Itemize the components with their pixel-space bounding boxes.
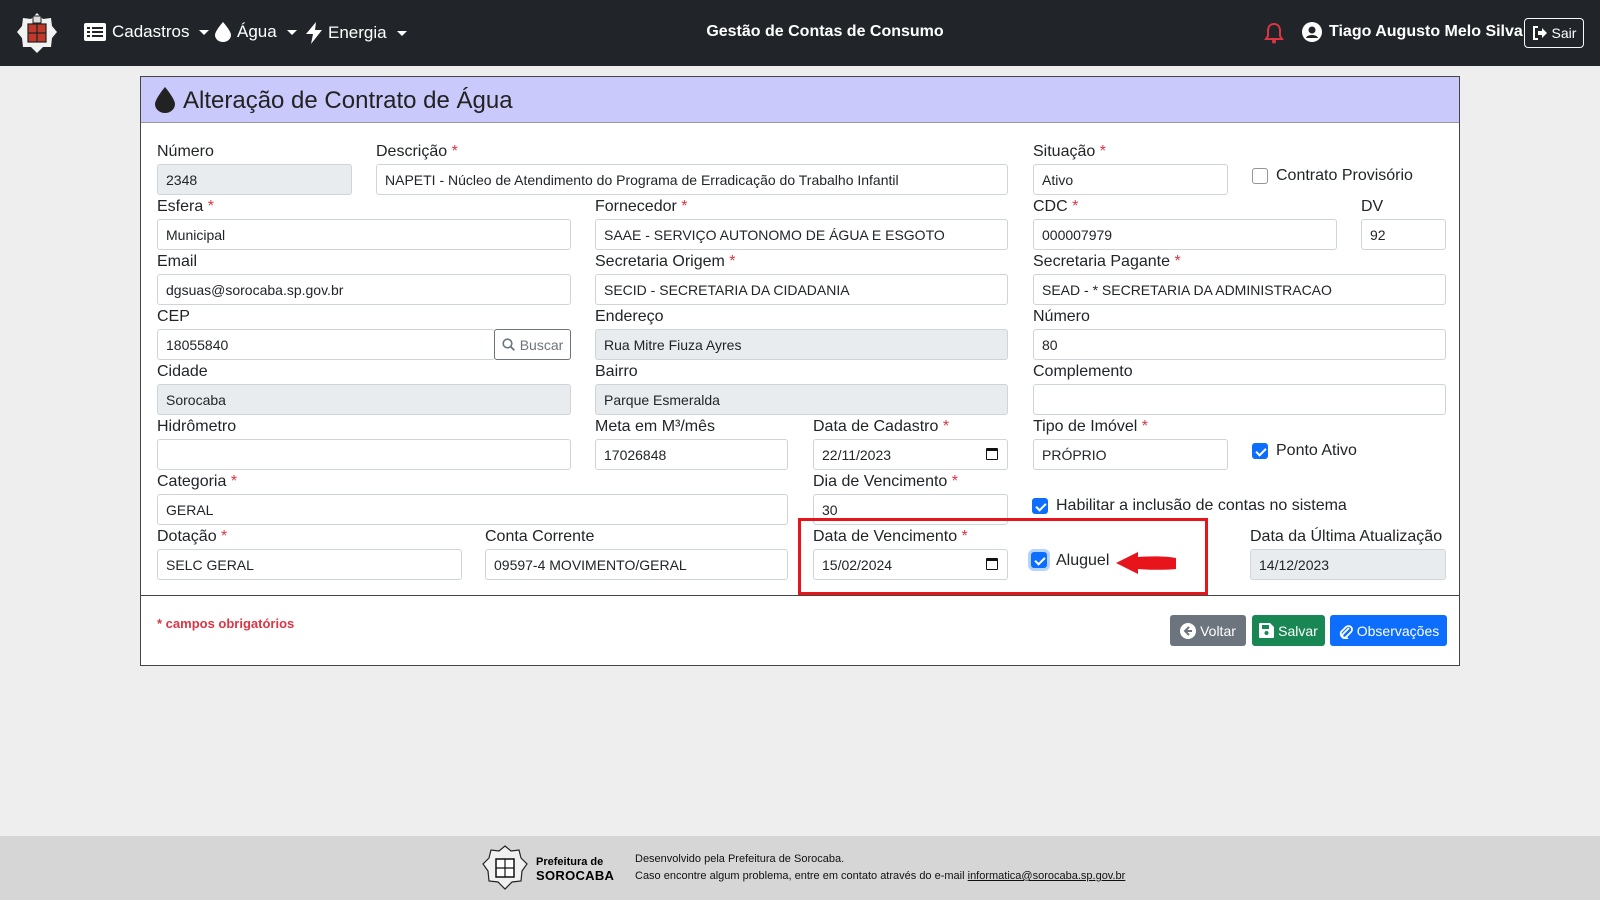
dia-vencimento-label: Dia de Vencimento *: [813, 473, 958, 490]
search-icon: [502, 338, 515, 351]
page-footer: Prefeitura de SOROCABA Desenvolvido pela…: [0, 836, 1600, 900]
notification-bell-icon[interactable]: [1264, 22, 1284, 44]
fornecedor-label: Fornecedor *: [595, 198, 688, 215]
logout-icon: [1532, 26, 1547, 40]
save-icon: [1259, 623, 1275, 638]
esfera-select[interactable]: Municipal: [157, 219, 571, 250]
email-field[interactable]: dgsuas@sorocaba.sp.gov.br: [157, 274, 571, 305]
red-arrow-annotation: [1116, 552, 1176, 574]
hidrometro-label: Hidrômetro: [157, 418, 237, 435]
habilitar-contas-label: Habilitar a inclusão de contas no sistem…: [1056, 497, 1347, 514]
complemento-label: Complemento: [1033, 363, 1133, 380]
tipo-imovel-label: Tipo de Imóvel *: [1033, 418, 1149, 435]
paperclip-icon: [1339, 624, 1353, 639]
card-header: Alteração de Contrato de Água: [141, 77, 1459, 123]
numero-field[interactable]: 2348: [157, 164, 352, 195]
voltar-label: Voltar: [1200, 622, 1236, 639]
water-drop-icon: [155, 87, 175, 113]
cep-field[interactable]: 18055840: [157, 329, 495, 360]
ultima-atualizacao-field[interactable]: 14/12/2023: [1250, 549, 1446, 580]
endereco-field[interactable]: Rua Mitre Fiuza Ayres: [595, 329, 1008, 360]
cdc-field[interactable]: 000007979: [1033, 219, 1337, 250]
footer-developed-by: Desenvolvido pela Prefeitura de Sorocaba…: [635, 853, 845, 865]
footer-brand-line2: SOROCABA: [536, 868, 615, 883]
numero-endereco-field[interactable]: 80: [1033, 329, 1446, 360]
dv-label: DV: [1361, 198, 1384, 215]
observacoes-label: Observações: [1356, 622, 1440, 639]
footer-email-link[interactable]: informatica@sorocaba.sp.gov.br: [968, 870, 1126, 882]
arrow-left-circle-icon: [1180, 622, 1197, 639]
ultima-atualizacao-label: Data da Última Atualização: [1250, 528, 1443, 545]
bairro-field[interactable]: Parque Esmeralda: [595, 384, 1008, 415]
dotacao-label: Dotação *: [157, 528, 228, 545]
descricao-field[interactable]: NAPETI - Núcleo de Atendimento do Progra…: [376, 164, 1008, 195]
hidrometro-field[interactable]: [157, 439, 571, 470]
secretaria-origem-label: Secretaria Origem *: [595, 253, 736, 270]
salvar-button[interactable]: Salvar: [1252, 615, 1325, 646]
user-menu[interactable]: Tiago Augusto Melo Silva: [1302, 22, 1523, 42]
complemento-field[interactable]: [1033, 384, 1446, 415]
secretaria-origem-select[interactable]: SECID - SECRETARIA DA CIDADANIA: [595, 274, 1008, 305]
fornecedor-select[interactable]: SAAE - SERVIÇO AUTONOMO DE ÁGUA E ESGOTO: [595, 219, 1008, 250]
situacao-label: Situação *: [1033, 143, 1106, 160]
footer-brand-line1: Prefeitura de: [536, 856, 604, 868]
divider: [141, 595, 1459, 596]
cep-search-label: Buscar: [519, 336, 564, 353]
tipo-imovel-select[interactable]: PRÓPRIO: [1033, 439, 1228, 470]
descricao-label: Descrição *: [376, 143, 458, 160]
footer-contact: Caso encontre algum problema, entre em c…: [635, 870, 1125, 882]
secretaria-pagante-select[interactable]: SEAD - * SECRETARIA DA ADMINISTRACAO: [1033, 274, 1446, 305]
logout-button[interactable]: Sair: [1524, 18, 1584, 48]
page-title: Alteração de Contrato de Água: [183, 87, 513, 114]
data-cadastro-label: Data de Cadastro *: [813, 418, 950, 435]
voltar-button[interactable]: Voltar: [1170, 615, 1246, 646]
conta-corrente-label: Conta Corrente: [485, 528, 595, 545]
logout-label: Sair: [1551, 25, 1577, 41]
ponto-ativo-label: Ponto Ativo: [1276, 442, 1357, 459]
data-cadastro-field[interactable]: 22/11/2023: [813, 439, 1008, 470]
endereco-label: Endereço: [595, 308, 664, 325]
categoria-label: Categoria *: [157, 473, 238, 490]
cidade-label: Cidade: [157, 363, 208, 380]
cep-search-button[interactable]: Buscar: [494, 329, 571, 360]
bairro-label: Bairro: [595, 363, 638, 380]
calendar-icon[interactable]: [986, 448, 998, 460]
user-name: Tiago Augusto Melo Silva: [1329, 23, 1523, 40]
cep-label: CEP: [157, 308, 190, 325]
top-navbar: Cadastros Água Energia Gestão de Contas …: [0, 0, 1600, 66]
numero-endereco-label: Número: [1033, 308, 1090, 325]
data-cadastro-value: 22/11/2023: [822, 447, 892, 463]
observacoes-button[interactable]: Observações: [1330, 615, 1447, 646]
required-fields-note: * campos obrigatórios: [157, 616, 295, 631]
conta-corrente-select[interactable]: 09597-4 MOVIMENTO/GERAL: [485, 549, 788, 580]
footer-contact-text: Caso encontre algum problema, entre em c…: [635, 870, 968, 882]
cidade-field[interactable]: Sorocaba: [157, 384, 571, 415]
prefeitura-logo: [482, 845, 528, 890]
email-label: Email: [157, 253, 198, 270]
meta-label: Meta em M³/mês: [595, 418, 716, 435]
user-avatar-icon: [1302, 22, 1322, 42]
numero-label: Número: [157, 143, 214, 160]
dotacao-select[interactable]: SELC GERAL: [157, 549, 462, 580]
secretaria-pagante-label: Secretaria Pagante *: [1033, 253, 1181, 270]
categoria-select[interactable]: GERAL: [157, 494, 788, 525]
habilitar-contas-checkbox[interactable]: [1032, 498, 1048, 514]
situacao-select[interactable]: Ativo: [1033, 164, 1228, 195]
contrato-provisorio-label: Contrato Provisório: [1276, 167, 1413, 184]
ponto-ativo-checkbox[interactable]: [1252, 443, 1268, 459]
cdc-label: CDC *: [1033, 198, 1079, 215]
dv-field[interactable]: 92: [1361, 219, 1446, 250]
contrato-provisorio-checkbox[interactable]: [1252, 168, 1268, 184]
esfera-label: Esfera *: [157, 198, 214, 215]
meta-field[interactable]: 17026848: [595, 439, 788, 470]
salvar-label: Salvar: [1278, 622, 1318, 639]
